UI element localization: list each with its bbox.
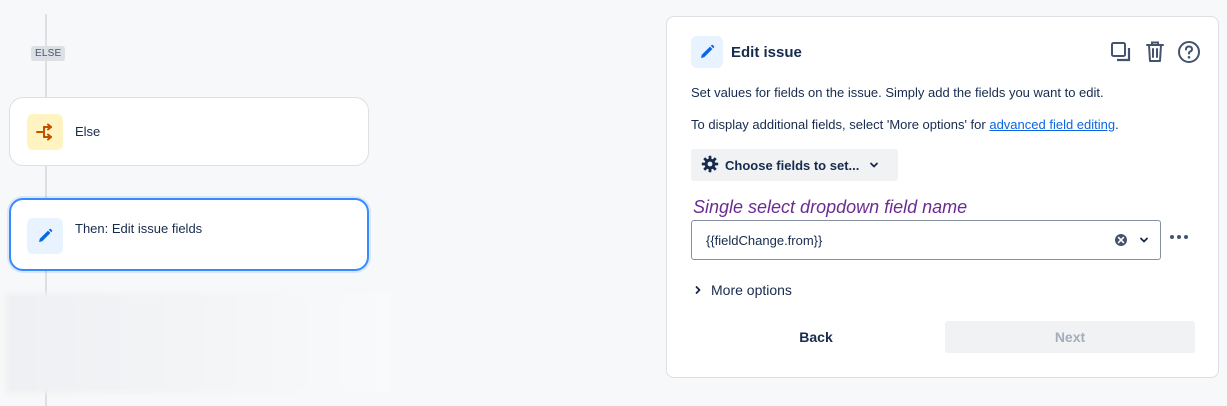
action-card-label: Then: Edit issue fields — [75, 221, 203, 236]
more-options-label: More options — [711, 282, 792, 298]
help-icon[interactable] — [1176, 38, 1202, 66]
choose-fields-label: Choose fields to set... — [725, 157, 860, 173]
more-actions-icon[interactable] — [1167, 227, 1191, 247]
else-component-card[interactable]: Else — [9, 97, 369, 166]
advanced-field-editing-link[interactable]: advanced field editing — [989, 117, 1115, 132]
back-button[interactable]: Back — [691, 321, 941, 353]
panel-header: Edit issue — [691, 36, 1202, 68]
field-value: {{fieldChange.from}} — [706, 232, 823, 248]
duplicate-icon[interactable] — [1108, 38, 1134, 66]
branch-icon — [27, 113, 63, 150]
chevron-right-icon — [693, 282, 703, 298]
else-card-label: Else — [75, 124, 101, 139]
panel-header-actions — [1108, 38, 1202, 66]
gear-icon — [701, 155, 719, 176]
edit-issue-panel: Edit issue Set values for fields on the … — [666, 16, 1219, 378]
trash-icon[interactable] — [1142, 38, 1168, 66]
field-value-select[interactable]: {{fieldChange.from}} — [691, 220, 1161, 260]
clear-icon[interactable] — [1114, 233, 1128, 250]
pencil-icon — [691, 36, 723, 68]
pencil-icon — [27, 218, 63, 254]
panel-description: Set values for fields on the issue. Simp… — [691, 85, 1104, 100]
chevron-down-icon[interactable] — [1138, 234, 1150, 249]
blurred-next-component — [6, 293, 390, 393]
else-tag: ELSE — [31, 46, 66, 61]
chevron-down-icon — [869, 158, 879, 173]
edit-issue-action-card[interactable]: Then: Edit issue fields — [9, 198, 369, 271]
choose-fields-button[interactable]: Choose fields to set... — [691, 149, 898, 181]
next-button[interactable]: Next — [945, 321, 1195, 353]
more-options-toggle[interactable]: More options — [693, 282, 792, 298]
field-label: Single select dropdown field name — [693, 197, 968, 217]
hint-suffix: . — [1115, 117, 1119, 132]
panel-title: Edit issue — [731, 43, 802, 61]
hint-prefix: To display additional fields, select 'Mo… — [691, 117, 990, 132]
advanced-editing-hint: To display additional fields, select 'Mo… — [691, 117, 1119, 132]
